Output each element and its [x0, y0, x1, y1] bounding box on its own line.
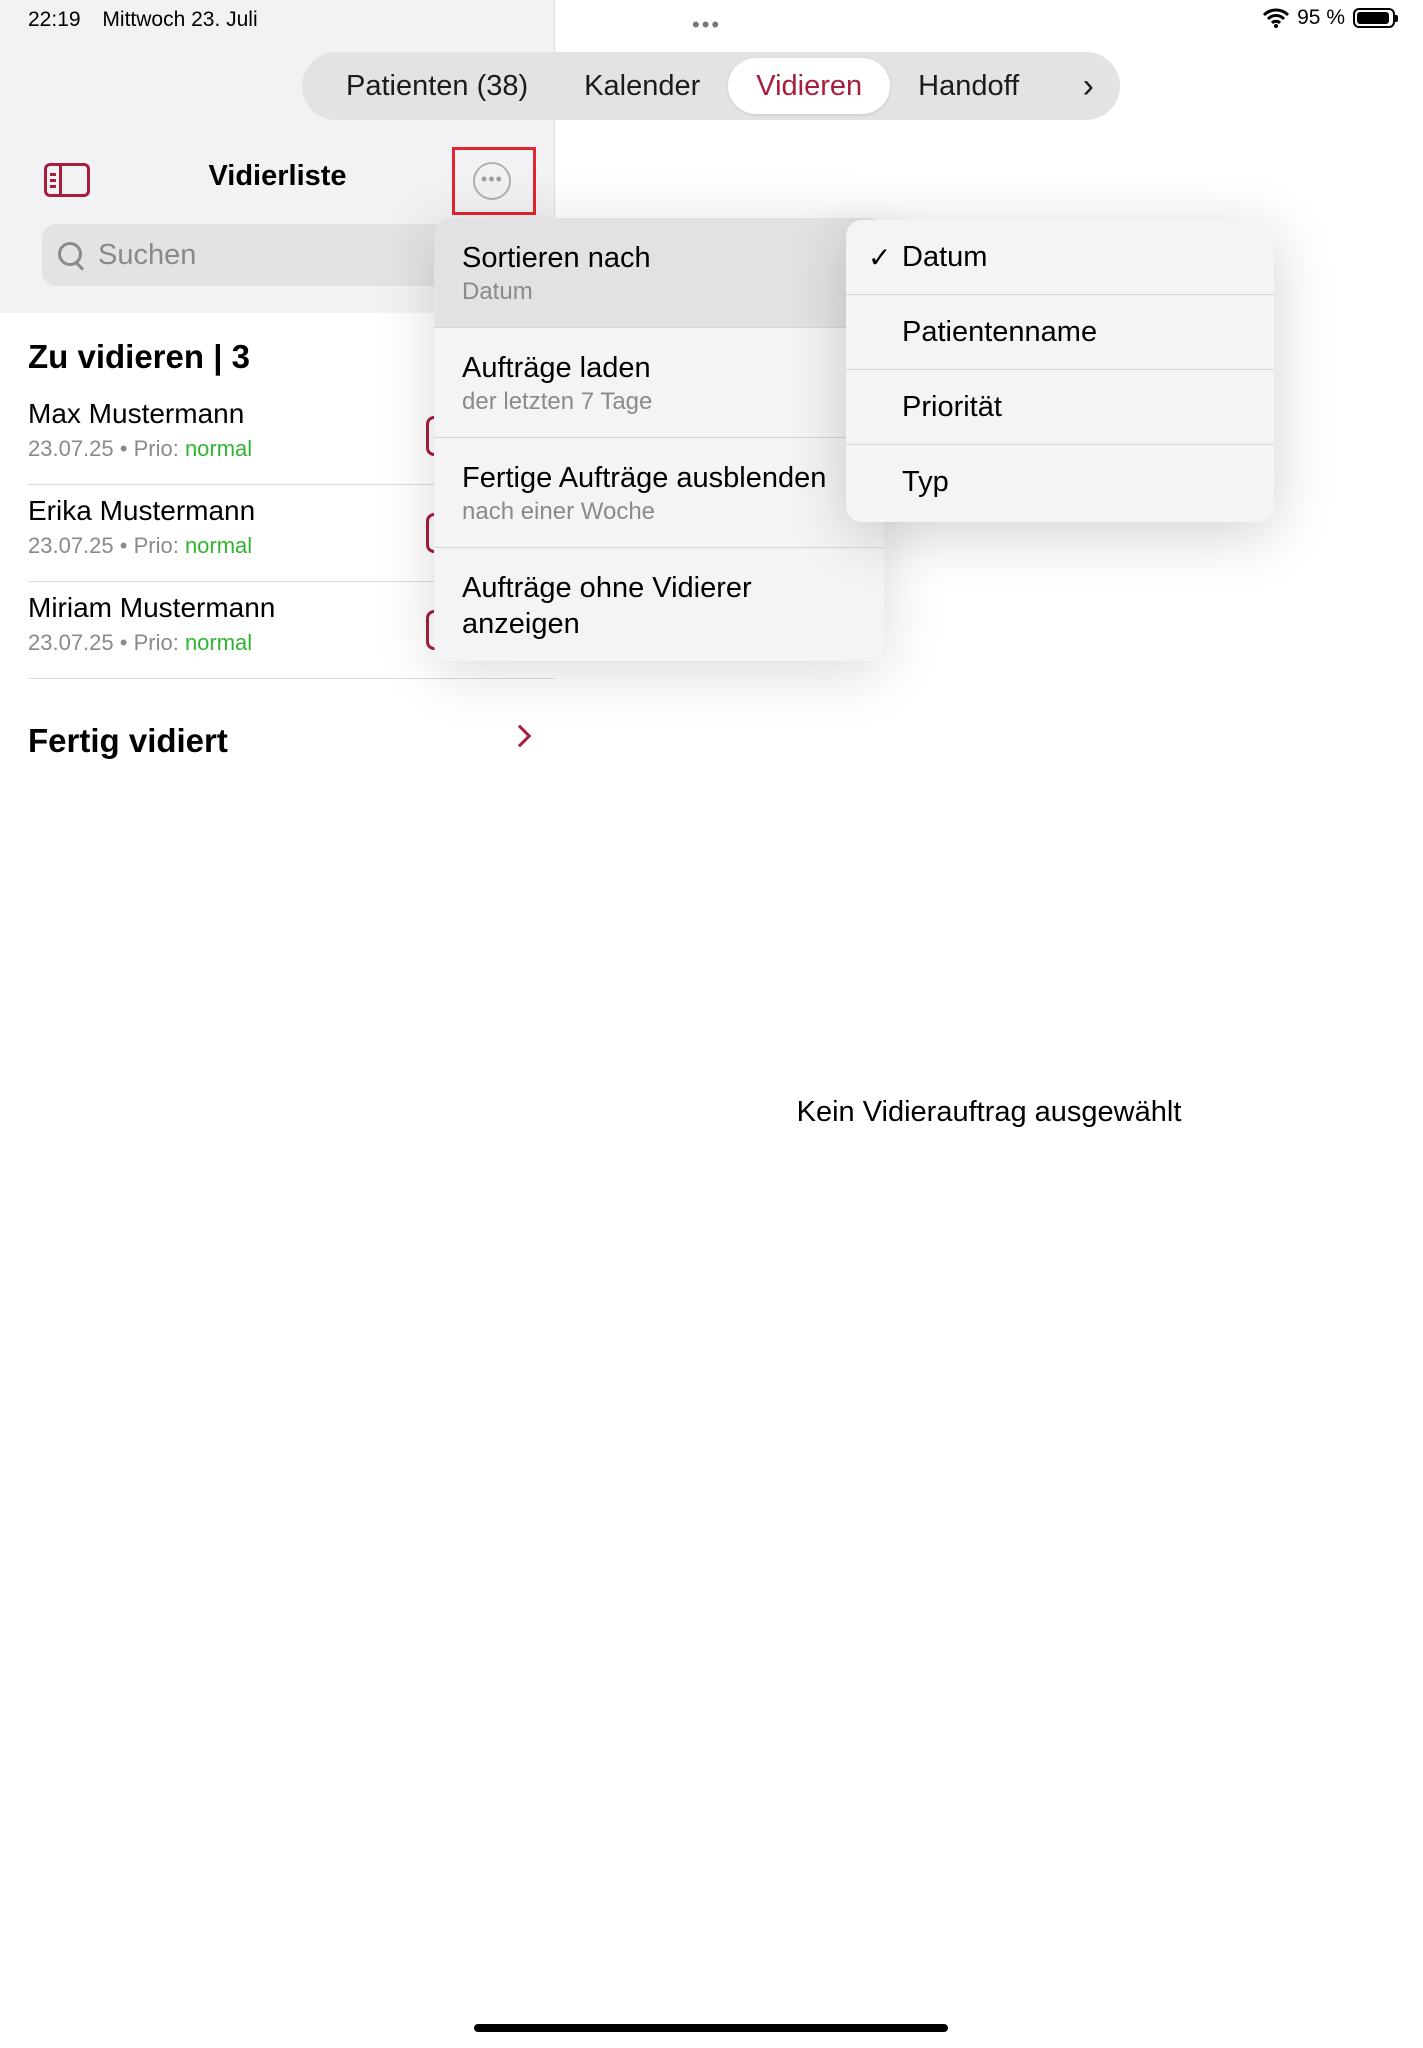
item-separator: •	[113, 533, 134, 558]
battery-fill	[1357, 12, 1390, 24]
prio-value: normal	[184, 630, 253, 655]
tab-bar: Patienten (38) Kalender Vidieren Handoff…	[302, 52, 1120, 120]
section-title-to-review: Zu vidieren | 3	[28, 338, 250, 375]
menu-item-title: Aufträge ohne Vidierer anzeigen	[462, 572, 752, 640]
tabs-more-chevron-icon[interactable]: ›	[1073, 67, 1104, 106]
menu-item-title: Sortieren nach	[462, 242, 651, 274]
menu-item-sort-by[interactable]: Sortieren nach Datum	[434, 218, 884, 328]
prio-label: Prio:	[133, 533, 185, 558]
menu-item-subtitle: nach einer Woche	[462, 498, 656, 525]
item-separator: •	[113, 436, 134, 461]
menu-item-hide-finished[interactable]: Fertige Aufträge ausblenden nach einer W…	[434, 438, 884, 548]
multitasking-dots-icon[interactable]: •••	[692, 12, 721, 38]
menu-item-show-without-reviewer[interactable]: Aufträge ohne Vidierer anzeigen	[434, 548, 884, 661]
menu-item-load-orders[interactable]: Aufträge laden der letzten 7 Tage	[434, 328, 884, 438]
sort-option-label: Priorität	[902, 391, 1002, 423]
status-time: 22:19	[28, 8, 81, 31]
empty-state-text: Kein Vidierauftrag ausgewählt	[796, 1096, 1182, 1128]
sort-option-priority[interactable]: Priorität	[846, 370, 1274, 445]
done-section-row[interactable]: Fertig vidiert	[28, 722, 532, 772]
sort-submenu: ✓ Datum Patientenname Priorität Typ	[846, 220, 1274, 522]
status-bar-right: 95 %	[1263, 6, 1398, 30]
item-date: 23.07.25	[28, 533, 114, 558]
chevron-right-icon	[508, 724, 532, 748]
sort-option-label: Patientenname	[902, 316, 1098, 348]
prio-label: Prio:	[133, 436, 185, 461]
battery-percentage: 95 %	[1297, 6, 1345, 29]
menu-item-subtitle: der letzten 7 Tage	[462, 388, 653, 415]
tab-vidieren[interactable]: Vidieren	[728, 58, 891, 114]
options-menu: Sortieren nach Datum Aufträge laden der …	[434, 218, 884, 661]
sort-option-label: Datum	[902, 241, 988, 273]
search-icon	[56, 240, 86, 270]
status-date: Mittwoch 23. Juli	[102, 8, 258, 31]
prio-value: normal	[184, 436, 253, 461]
more-button-highlight[interactable]: •••	[452, 147, 536, 215]
item-date: 23.07.25	[28, 436, 114, 461]
done-section-title: Fertig vidiert	[28, 722, 228, 759]
sort-option-patient-name[interactable]: Patientenname	[846, 295, 1274, 370]
search-input[interactable]	[98, 238, 478, 272]
tab-kalender[interactable]: Kalender	[556, 58, 728, 114]
item-date: 23.07.25	[28, 630, 114, 655]
menu-item-subtitle: Datum	[462, 278, 533, 305]
checkmark-icon: ✓	[868, 242, 892, 273]
menu-item-title: Fertige Aufträge ausblenden	[462, 462, 827, 494]
prio-label: Prio:	[133, 630, 185, 655]
sort-option-date[interactable]: ✓ Datum	[846, 220, 1274, 295]
sort-option-label: Typ	[902, 466, 949, 498]
tab-patienten[interactable]: Patienten (38)	[318, 58, 556, 114]
sort-option-type[interactable]: Typ	[846, 445, 1274, 520]
prio-value: normal	[184, 533, 253, 558]
tab-handoff[interactable]: Handoff	[890, 58, 1047, 114]
home-indicator[interactable]	[474, 2024, 948, 2032]
battery-icon	[1353, 8, 1398, 28]
item-separator: •	[113, 630, 134, 655]
menu-item-title: Aufträge laden	[462, 352, 651, 384]
status-bar-left: 22:19 Mittwoch 23. Juli	[28, 8, 258, 32]
more-options-icon[interactable]: •••	[473, 162, 511, 200]
wifi-icon	[1263, 8, 1290, 28]
